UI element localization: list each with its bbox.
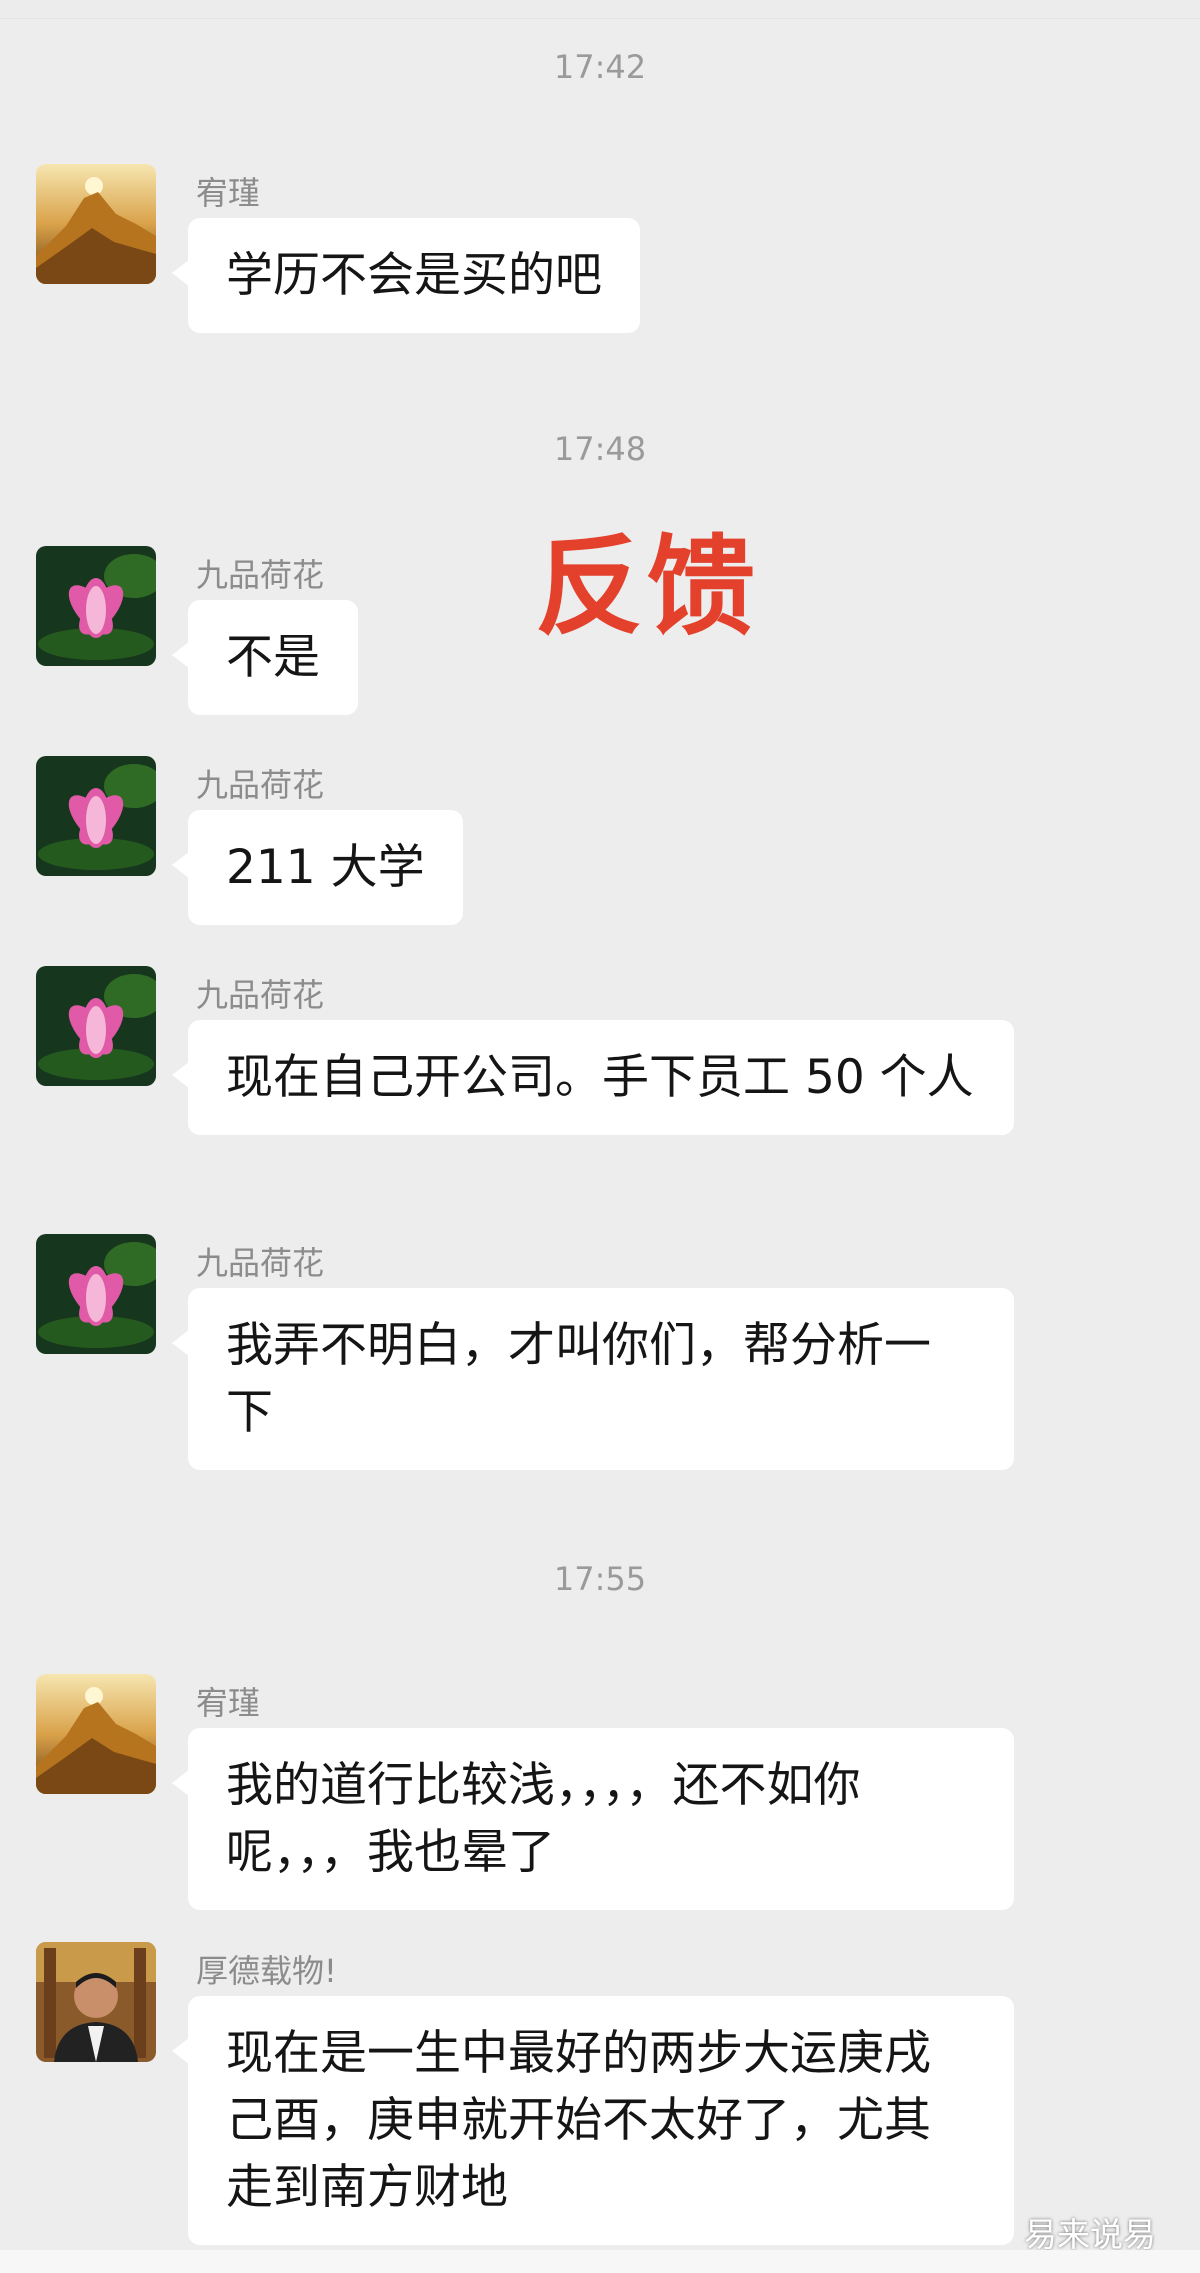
sender-name: 厚德载物! xyxy=(196,1952,337,1990)
lotus-flower-avatar[interactable] xyxy=(36,966,156,1086)
sender-name: 九品荷花 xyxy=(196,976,325,1014)
message-bubble[interactable]: 我弄不明白，才叫你们，帮分析一下 xyxy=(172,1288,1014,1470)
message-bubble[interactable]: 211 大学 xyxy=(172,810,463,925)
sender-name: 九品荷花 xyxy=(196,1244,325,1282)
overlay-title: 反馈 xyxy=(535,525,760,650)
lotus-flower-avatar[interactable] xyxy=(36,1234,156,1354)
message-bubble[interactable]: 我的道行比较浅，，，，还不如你呢，，，我也晕了 xyxy=(172,1728,1014,1910)
message-bubble[interactable]: 学历不会是买的吧 xyxy=(172,218,640,333)
message-bubble[interactable]: 现在自己开公司。手下员工 50 个人 xyxy=(172,1020,1014,1135)
input-bar-edge xyxy=(0,2250,1200,2273)
sender-name: 宥瑾 xyxy=(196,1684,261,1722)
message-bubble[interactable]: 不是 xyxy=(172,600,358,715)
golden-mountain-avatar[interactable] xyxy=(36,164,156,284)
sender-name: 九品荷花 xyxy=(196,766,325,804)
golden-mountain-avatar[interactable] xyxy=(36,1674,156,1794)
watermark: 易来说易 xyxy=(1024,2215,1156,2254)
lotus-flower-avatar[interactable] xyxy=(36,546,156,666)
sender-name: 宥瑾 xyxy=(196,174,261,212)
timestamp: 17:55 xyxy=(553,1560,647,1598)
sender-name: 九品荷花 xyxy=(196,556,325,594)
top-edge xyxy=(0,0,1200,19)
timestamp: 17:48 xyxy=(553,430,647,468)
lotus-flower-avatar[interactable] xyxy=(36,756,156,876)
timestamp: 17:42 xyxy=(553,48,647,86)
man-photo-avatar[interactable] xyxy=(36,1942,156,2062)
message-bubble[interactable]: 现在是一生中最好的两步大运庚戌己酉，庚申就开始不太好了，尤其走到南方财地 xyxy=(172,1996,1014,2245)
